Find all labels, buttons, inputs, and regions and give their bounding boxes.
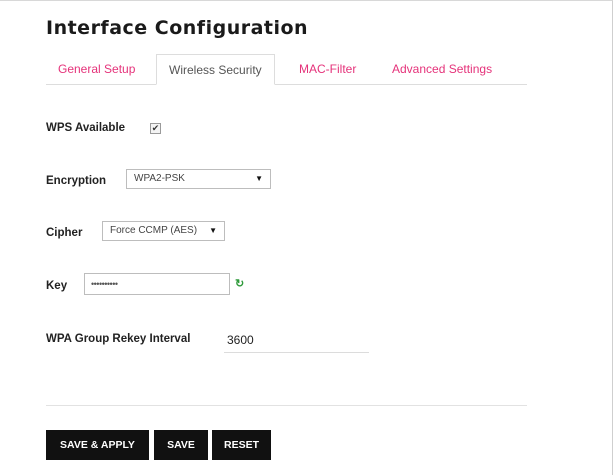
save-apply-button[interactable]: SAVE & APPLY — [46, 430, 149, 460]
rekey-interval-label: WPA Group Rekey Interval — [46, 333, 191, 345]
encryption-label: Encryption — [46, 175, 107, 187]
encryption-select[interactable]: WPA2-PSK ▼ — [126, 169, 271, 189]
encryption-value: WPA2-PSK — [134, 173, 185, 184]
check-icon: ✔ — [151, 123, 160, 133]
tab-advanced-settings[interactable]: Advanced Settings — [392, 54, 492, 84]
rekey-interval-input[interactable]: 3600 — [224, 330, 369, 353]
wps-checkbox[interactable]: ✔ — [150, 123, 161, 134]
key-input[interactable]: •••••••••• — [84, 273, 230, 295]
key-label: Key — [46, 280, 68, 292]
tab-mac-filter[interactable]: MAC-Filter — [299, 54, 356, 84]
chevron-down-icon: ▼ — [255, 174, 263, 183]
refresh-icon[interactable]: ↻ — [235, 277, 244, 290]
cipher-value: Force CCMP (AES) — [110, 225, 198, 236]
page-title: Interface Configuration — [46, 17, 309, 39]
tab-wireless-security[interactable]: Wireless Security — [156, 54, 275, 85]
cipher-label: Cipher — [46, 227, 83, 239]
reset-button[interactable]: RESET — [212, 430, 271, 460]
divider — [46, 405, 527, 406]
save-button[interactable]: SAVE — [154, 430, 208, 460]
chevron-down-icon: ▼ — [209, 226, 217, 235]
tab-bar: General Setup Wireless Security MAC-Filt… — [46, 54, 527, 85]
tab-general-setup[interactable]: General Setup — [58, 54, 135, 84]
cipher-select[interactable]: Force CCMP (AES) ▼ — [102, 221, 225, 241]
wps-label: WPS Available — [46, 122, 126, 134]
